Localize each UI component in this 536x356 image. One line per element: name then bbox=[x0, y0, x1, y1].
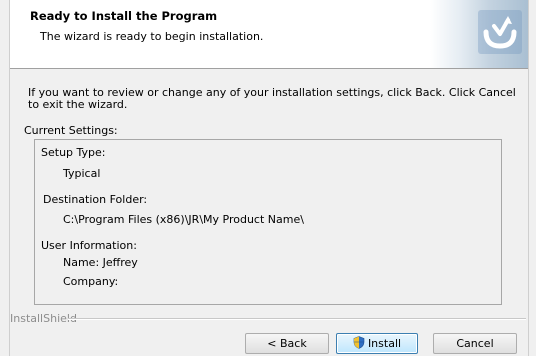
page-subtitle: The wizard is ready to begin installatio… bbox=[40, 30, 264, 43]
footer-divider bbox=[68, 318, 526, 320]
cancel-button-label: Cancel bbox=[456, 337, 494, 350]
installer-logo bbox=[430, 0, 528, 68]
window-left-frame bbox=[0, 0, 10, 356]
installshield-brand: InstallShield bbox=[10, 312, 77, 325]
user-company-line: Company: bbox=[63, 275, 119, 288]
user-name-line: Name: Jeffrey bbox=[63, 256, 138, 269]
install-button-label: Install bbox=[367, 337, 402, 350]
current-settings-box: Setup Type: Typical Destination Folder: … bbox=[34, 139, 502, 305]
back-button[interactable]: < Back bbox=[245, 333, 329, 354]
destination-folder-value: C:\Program Files (x86)\JR\My Product Nam… bbox=[63, 213, 304, 226]
uac-shield-icon bbox=[353, 335, 365, 352]
back-button-label: < Back bbox=[267, 337, 307, 350]
page-title: Ready to Install the Program bbox=[30, 9, 218, 23]
setup-type-label: Setup Type: bbox=[41, 146, 106, 159]
install-button[interactable]: Install bbox=[336, 333, 418, 354]
setup-type-value: Typical bbox=[63, 167, 101, 180]
window-right-frame bbox=[528, 0, 536, 356]
cancel-button[interactable]: Cancel bbox=[433, 333, 517, 354]
installer-logo-icon bbox=[478, 10, 522, 54]
wizard-header: Ready to Install the Program The wizard … bbox=[10, 0, 528, 69]
destination-folder-label: Destination Folder: bbox=[43, 193, 148, 206]
current-settings-label: Current Settings: bbox=[24, 124, 118, 137]
user-information-label: User Information: bbox=[41, 239, 137, 252]
intro-text: If you want to review or change any of y… bbox=[28, 86, 516, 111]
